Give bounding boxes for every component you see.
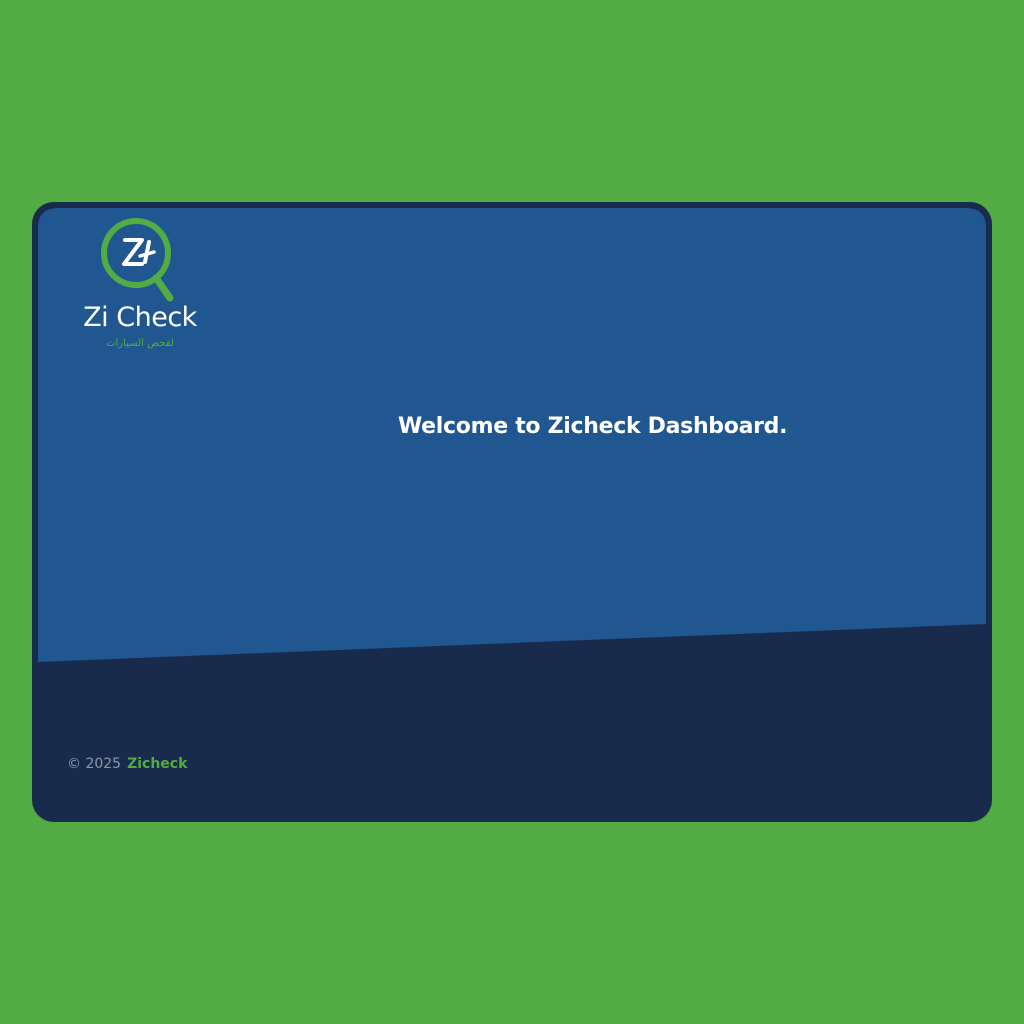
zi-magnifier-logo-icon [101,218,174,302]
footer-brand-link[interactable]: Zicheck [127,756,187,772]
brand-tagline: لفحص السيارات [106,338,174,349]
footer: © 2025 Zicheck [67,756,187,772]
copyright-text: © 2025 [67,756,122,772]
zicheck-logo[interactable]: Zi Check لفحص السيارات [72,212,208,352]
brand-name: Zi Check [83,302,197,333]
dashboard-card: Zi Check لفحص السيارات Welcome to Zichec… [32,202,992,822]
welcome-heading: Welcome to Zicheck Dashboard. [398,414,788,439]
